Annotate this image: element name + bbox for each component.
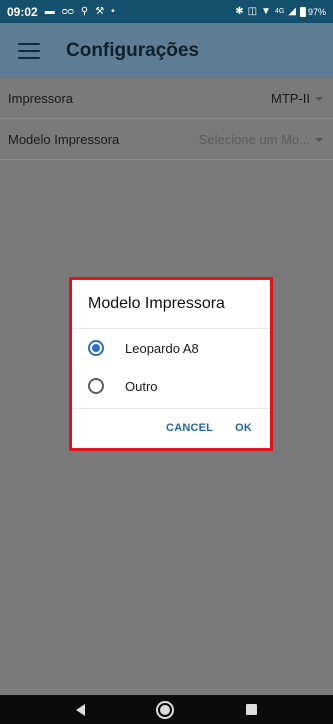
dialog-actions: CANCEL OK — [166, 422, 252, 434]
page-title: Configurações — [66, 39, 200, 61]
option-label: Outro — [125, 378, 158, 394]
status-left: 09:02 ▬ ᴑᴑ ⚲ ⚒ • — [7, 5, 235, 19]
dialog-divider-bottom — [72, 408, 270, 409]
ok-button[interactable]: OK — [235, 422, 252, 434]
option-leopardo-a8[interactable]: Leopardo A8 — [88, 340, 199, 356]
dialog-highlight-frame: Modelo Impressora Leopardo A8 Outro CANC… — [69, 277, 273, 451]
menu-line — [18, 42, 40, 45]
home-icon[interactable] — [156, 700, 175, 719]
setting-row-printer[interactable]: Impressora MTP-II — [0, 78, 333, 119]
menu-line — [18, 56, 40, 59]
back-icon[interactable] — [75, 703, 85, 716]
wifi-icon: ▼ — [261, 5, 271, 17]
status-right: ✱ ◫ ▼ 4G ◢ 97% — [235, 5, 326, 17]
printer-model-dialog: Modelo Impressora Leopardo A8 Outro CANC… — [72, 280, 270, 448]
printer-model-label: Modelo Impressora — [8, 131, 120, 147]
setting-row-printer-model[interactable]: Modelo Impressora Selecione um Mo... — [0, 119, 333, 160]
tools-notification-icon: ⚒ — [95, 5, 105, 17]
printer-model-select[interactable]: Selecione um Mo... — [199, 132, 323, 147]
account-notification-icon: ⚲ — [80, 5, 89, 17]
menu-line — [18, 49, 40, 52]
radio-selected-icon[interactable] — [88, 340, 104, 356]
dropdown-caret-icon — [315, 137, 323, 142]
status-bar: 09:02 ▬ ᴑᴑ ⚲ ⚒ • ✱ ◫ ▼ 4G ◢ 97% — [0, 0, 333, 23]
option-outro[interactable]: Outro — [88, 378, 158, 394]
battery-percent: 97% — [307, 6, 326, 17]
radio-unselected-icon[interactable] — [88, 378, 104, 394]
battery: 97% — [299, 6, 326, 17]
signal-icon: ◢ — [288, 5, 296, 17]
network-type-label: 4G — [274, 8, 285, 15]
printer-value: MTP-II — [271, 90, 310, 106]
dialog-title: Modelo Impressora — [88, 295, 225, 312]
app-bar: Configurações — [0, 23, 333, 78]
printer-label: Impressora — [8, 90, 74, 106]
cancel-button[interactable]: CANCEL — [166, 422, 213, 434]
system-nav-bar — [0, 695, 333, 724]
message-notification-icon: ▬ — [44, 5, 55, 17]
printer-model-placeholder: Selecione um Mo... — [198, 131, 310, 147]
dropdown-caret-icon — [315, 96, 323, 101]
status-time: 09:02 — [7, 4, 38, 19]
hamburger-menu-icon[interactable] — [18, 42, 40, 59]
option-label: Leopardo A8 — [125, 340, 199, 356]
bluetooth-icon: ✱ — [235, 5, 244, 17]
printer-select[interactable]: MTP-II — [271, 91, 323, 106]
vibrate-icon: ◫ — [247, 5, 258, 17]
recent-apps-icon[interactable] — [246, 704, 258, 715]
more-notifications-dot-icon: • — [111, 5, 115, 17]
battery-icon — [299, 6, 306, 17]
voicemail-icon: ᴑᴑ — [61, 5, 74, 17]
dialog-divider-top — [72, 328, 270, 329]
